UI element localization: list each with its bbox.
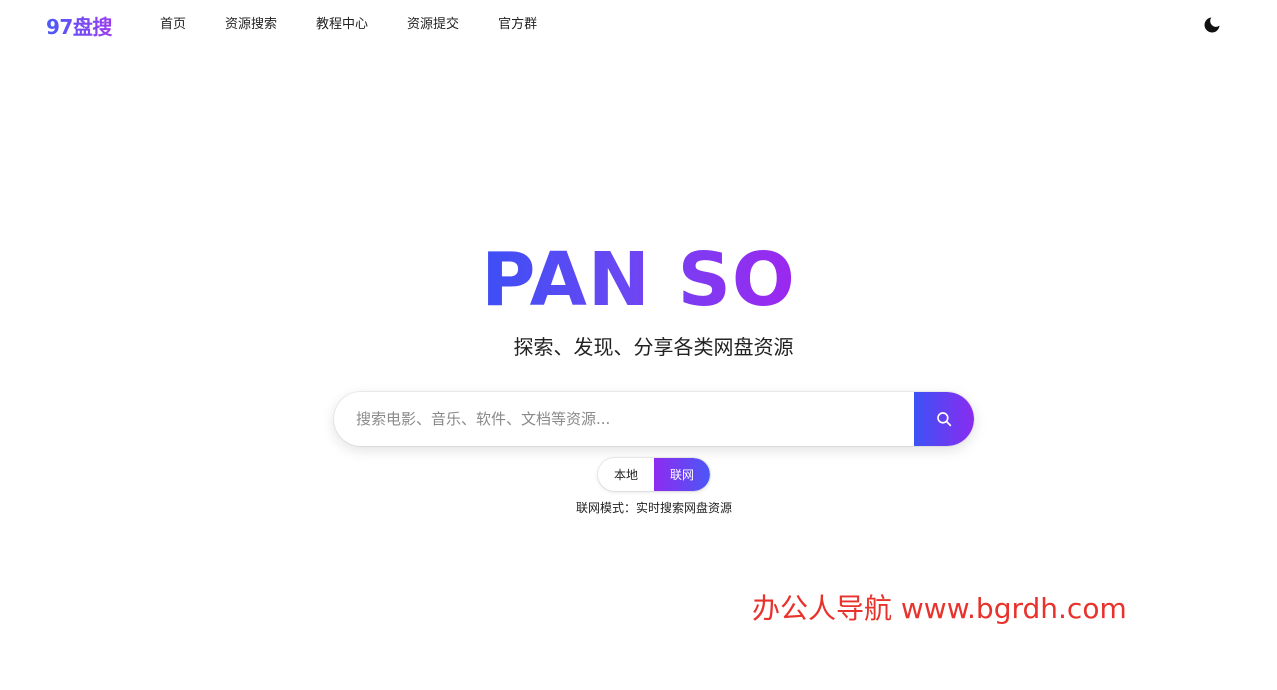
search-input[interactable] [334, 392, 914, 446]
search-icon [937, 412, 952, 427]
top-navbar: 97盘搜 首页 资源搜索 教程中心 资源提交 官方群 [0, 0, 1277, 50]
nav-resource-search[interactable]: 资源搜索 [225, 16, 277, 34]
page: 97盘搜 首页 资源搜索 教程中心 资源提交 官方群 PAN SO 探索、发现、… [0, 0, 1277, 690]
search-bar [334, 392, 974, 446]
search-button[interactable] [914, 392, 974, 446]
nav-official-group[interactable]: 官方群 [498, 16, 537, 34]
mode-online-button[interactable]: 联网 [654, 458, 710, 491]
theme-toggle-button[interactable] [1201, 14, 1223, 36]
brand-logo[interactable]: 97盘搜 [46, 11, 112, 40]
main-nav: 首页 资源搜索 教程中心 资源提交 官方群 [160, 16, 576, 34]
nav-home[interactable]: 首页 [160, 16, 186, 34]
mode-description: 联网模式：实时搜索网盘资源 [575, 501, 732, 515]
hero-title: PAN SO [0, 236, 1277, 324]
nav-tutorials[interactable]: 教程中心 [316, 16, 368, 34]
mode-local-button[interactable]: 本地 [598, 458, 654, 491]
hero-subtitle: 探索、发现、分享各类网盘资源 [513, 335, 794, 359]
moon-icon [1204, 17, 1220, 33]
hero-title-text: PAN SO [481, 237, 796, 323]
search-mode-toggle: 本地 联网 [598, 458, 710, 491]
watermark-text: 办公人导航 www.bgrdh.com [752, 592, 1127, 625]
nav-submit-resource[interactable]: 资源提交 [407, 16, 459, 34]
